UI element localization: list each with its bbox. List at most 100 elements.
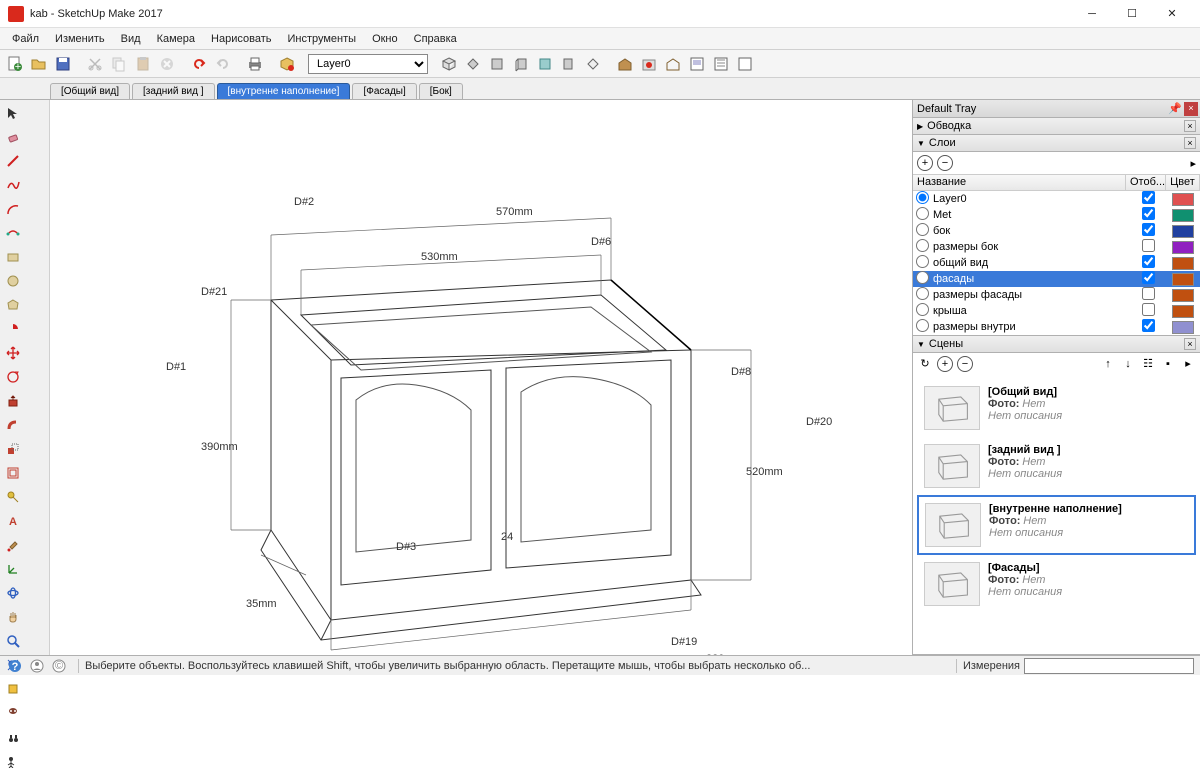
menu-view[interactable]: Вид <box>113 30 149 48</box>
layer-visible-checkbox[interactable] <box>1142 207 1155 220</box>
scene-up-icon[interactable]: ↑ <box>1100 356 1116 372</box>
layer-color-swatch[interactable] <box>1172 321 1194 334</box>
followme-tool-icon[interactable] <box>2 414 24 436</box>
open-icon[interactable] <box>28 53 50 75</box>
menu-tools[interactable]: Инструменты <box>279 30 364 48</box>
pan-tool-icon[interactable] <box>2 606 24 628</box>
layer-color-swatch[interactable] <box>1172 241 1194 254</box>
rect-tool-icon[interactable] <box>2 246 24 268</box>
maximize-button[interactable]: ☐ <box>1112 1 1152 27</box>
freehand-tool-icon[interactable] <box>2 174 24 196</box>
pin-icon[interactable]: 📌 <box>1168 102 1182 115</box>
layer-visible-checkbox[interactable] <box>1142 191 1155 204</box>
scene-view-icon[interactable]: ☷ <box>1140 356 1156 372</box>
delete-icon[interactable] <box>156 53 178 75</box>
scene-tab-0[interactable]: [Общий вид] <box>50 83 130 99</box>
text-tool-icon[interactable]: A <box>2 510 24 532</box>
eraser-tool-icon[interactable] <box>2 126 24 148</box>
panel-header-layers[interactable]: ▼ Слои × <box>913 135 1200 152</box>
iso-icon[interactable] <box>438 53 460 75</box>
arc-tool-icon[interactable] <box>2 198 24 220</box>
front-icon[interactable] <box>486 53 508 75</box>
remove-layer-button[interactable]: − <box>937 155 953 171</box>
menu-camera[interactable]: Камера <box>149 30 203 48</box>
move-tool-icon[interactable] <box>2 342 24 364</box>
scene-tab-4[interactable]: [Бок] <box>419 83 463 99</box>
menu-file[interactable]: Файл <box>4 30 47 48</box>
tray-close-icon[interactable]: × <box>1184 102 1198 116</box>
pushpull-tool-icon[interactable] <box>2 390 24 412</box>
credits-icon[interactable]: © <box>50 658 68 674</box>
layer-selector[interactable]: Layer0 <box>308 54 428 74</box>
layout-icon[interactable] <box>686 53 708 75</box>
polygon-tool-icon[interactable] <box>2 294 24 316</box>
help-icon[interactable]: ? <box>6 658 24 674</box>
layers-menu-icon[interactable]: ▸ <box>1190 157 1196 170</box>
scene-down-icon[interactable]: ↓ <box>1120 356 1136 372</box>
minimize-button[interactable]: ─ <box>1072 1 1112 27</box>
layer-row[interactable]: крыша <box>913 303 1200 319</box>
viewport[interactable]: D#2 570mm 530mm D#6 D#21 D#1 390mm D#3 2… <box>50 100 912 655</box>
offset-tool-icon[interactable] <box>2 462 24 484</box>
cut-icon[interactable] <box>84 53 106 75</box>
measurements-input[interactable] <box>1024 658 1194 674</box>
send-icon[interactable] <box>662 53 684 75</box>
layer-active-radio[interactable] <box>916 223 929 236</box>
scene-card[interactable]: [Фасады] Фото: Нет Нет описания <box>917 555 1196 613</box>
layer-active-radio[interactable] <box>916 287 929 300</box>
layer-row[interactable]: Layer0 <box>913 191 1200 207</box>
scene-add-button[interactable]: + <box>937 356 953 372</box>
close-button[interactable]: ✕ <box>1152 1 1192 27</box>
layer-visible-checkbox[interactable] <box>1142 303 1155 316</box>
layer-row[interactable]: общий вид <box>913 255 1200 271</box>
add-layer-button[interactable]: + <box>917 155 933 171</box>
warehouse-icon[interactable] <box>614 53 636 75</box>
rotate-tool-icon[interactable] <box>2 366 24 388</box>
layer-row[interactable]: размеры бок <box>913 239 1200 255</box>
scene-refresh-icon[interactable]: ↻ <box>917 356 933 372</box>
layer-row[interactable]: бок <box>913 223 1200 239</box>
panel-close-icon[interactable]: × <box>1184 338 1196 350</box>
scene-card[interactable]: [внутренне наполнение] Фото: Нет Нет опи… <box>917 495 1196 555</box>
paste-icon[interactable] <box>132 53 154 75</box>
geo-icon[interactable] <box>28 658 46 674</box>
layer-row[interactable]: Met <box>913 207 1200 223</box>
layer-visible-checkbox[interactable] <box>1142 223 1155 236</box>
top-icon[interactable] <box>462 53 484 75</box>
circle-tool-icon[interactable] <box>2 270 24 292</box>
panel-close-icon[interactable]: × <box>1184 137 1196 149</box>
menu-draw[interactable]: Нарисовать <box>203 30 279 48</box>
ext-warehouse-icon[interactable] <box>638 53 660 75</box>
print-icon[interactable] <box>244 53 266 75</box>
layer-color-swatch[interactable] <box>1172 257 1194 270</box>
layer-color-swatch[interactable] <box>1172 209 1194 222</box>
model-info-icon[interactable] <box>276 53 298 75</box>
menu-help[interactable]: Справка <box>406 30 465 48</box>
layer-active-radio[interactable] <box>916 191 929 204</box>
tray-title[interactable]: Default Tray 📌 × <box>913 100 1200 118</box>
layer-color-swatch[interactable] <box>1172 225 1194 238</box>
arc2-tool-icon[interactable] <box>2 222 24 244</box>
panel-header-obvodka[interactable]: ▶ Обводка × <box>913 118 1200 135</box>
menu-window[interactable]: Окно <box>364 30 406 48</box>
layer-color-swatch[interactable] <box>1172 289 1194 302</box>
layer-visible-checkbox[interactable] <box>1142 319 1155 332</box>
layer-active-radio[interactable] <box>916 207 929 220</box>
walk-tool-icon[interactable] <box>2 702 24 724</box>
right-icon[interactable] <box>510 53 532 75</box>
paint-tool-icon[interactable] <box>2 534 24 556</box>
axes-tool-icon[interactable] <box>2 558 24 580</box>
bottom-icon[interactable] <box>582 53 604 75</box>
panel-close-icon[interactable]: × <box>1184 120 1196 132</box>
menu-edit[interactable]: Изменить <box>47 30 113 48</box>
lookaround-tool-icon[interactable] <box>2 726 24 748</box>
position-camera-icon[interactable] <box>2 750 24 772</box>
save-icon[interactable] <box>52 53 74 75</box>
scene-remove-button[interactable]: − <box>957 356 973 372</box>
scene-card[interactable]: [Общий вид] Фото: Нет Нет описания <box>917 379 1196 437</box>
line-tool-icon[interactable] <box>2 150 24 172</box>
new-icon[interactable]: + <box>4 53 26 75</box>
layer-color-swatch[interactable] <box>1172 193 1194 206</box>
layer-active-radio[interactable] <box>916 319 929 332</box>
layer-active-radio[interactable] <box>916 271 929 284</box>
